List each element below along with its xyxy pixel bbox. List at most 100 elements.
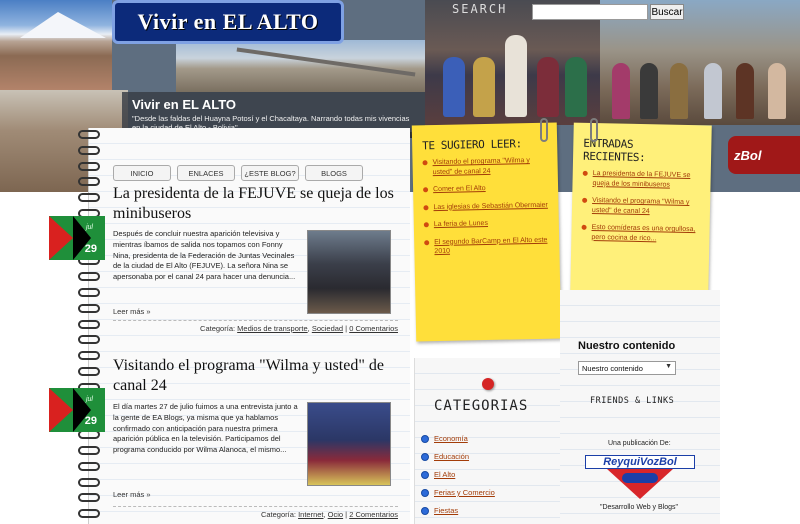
spiral-ring	[78, 446, 100, 455]
crowd-figure	[704, 63, 722, 119]
mountain-photo	[0, 0, 112, 90]
crowd-figure	[670, 63, 688, 119]
recent-item[interactable]: La presidenta de la FEJUVE se queja de l…	[582, 169, 700, 190]
suggest-heading: TE SUGIERO LEER:	[422, 137, 522, 153]
suggest-list: Visitando el programa "Wilma y usted" de…	[412, 155, 559, 257]
paperclip-icon	[590, 118, 598, 142]
suggest-item[interactable]: Visitando el programa "Wilma y usted" de…	[422, 156, 547, 178]
paperclip-icon	[540, 118, 548, 142]
spiral-ring	[78, 177, 100, 187]
suggest-item[interactable]: Las iglesias de Sebastián Obermaier	[423, 200, 548, 212]
recent-sticky-note: ENTRADAS RECIENTES: La presidenta de la …	[570, 122, 712, 296]
nav-enlaces[interactable]: ENLACES	[177, 165, 235, 181]
suggest-item[interactable]: Comer en El Alto	[423, 183, 548, 195]
reyqui-corner-badge[interactable]: zBol	[728, 136, 800, 174]
spiral-ring	[78, 161, 100, 171]
suggest-item[interactable]: El segundo BarCamp en El Alto este 2010	[424, 235, 549, 257]
notebook-rings	[78, 130, 100, 524]
meta-prefix: Categoría:	[200, 324, 236, 333]
categories-heading: CATEGORIAS	[434, 398, 529, 414]
category-item[interactable]: El Alto	[420, 470, 495, 488]
post-title[interactable]: La presidenta de la FEJUVE se queja de l…	[113, 184, 398, 224]
spiral-ring	[78, 461, 100, 471]
post-excerpt: Después de concluir nuestra aparición te…	[113, 229, 296, 282]
dancer-figure	[505, 35, 527, 117]
content-select[interactable]: Nuestro contenido ▼	[578, 361, 676, 375]
spiral-ring	[78, 130, 100, 139]
nav-blogs[interactable]: BLOGS	[305, 165, 363, 181]
search-input[interactable]	[532, 4, 648, 20]
category-link[interactable]: Medios de transporte	[237, 324, 307, 333]
dancer-figure	[473, 57, 495, 117]
spiral-ring	[78, 493, 100, 503]
spiral-ring	[78, 319, 100, 329]
comments-link[interactable]: 0 Comentarios	[349, 324, 398, 333]
category-item[interactable]: Educación	[420, 452, 495, 470]
crowd-figure	[640, 63, 658, 119]
blog-logo-text: Vivir en EL ALTO	[137, 9, 319, 34]
post-meta: Categoría: Internet, Ocio | 2 Comentario…	[113, 506, 398, 519]
spiral-ring	[78, 303, 100, 313]
dancer-figure	[565, 57, 587, 117]
recent-item[interactable]: Visitando el programa "Wilma y usted" de…	[582, 196, 700, 217]
spiral-ring	[78, 145, 100, 155]
spiral-ring	[78, 193, 100, 203]
post-meta: Categoría: Medios de transporte, Socieda…	[113, 320, 398, 333]
nav-inicio[interactable]: INICIO	[113, 165, 171, 181]
category-item[interactable]: Fiestas	[420, 506, 495, 524]
spiral-ring	[78, 288, 100, 297]
dancer-figure	[443, 57, 465, 117]
nav-este-blog[interactable]: ¿ESTE BLOG?	[241, 165, 299, 181]
date-flag: jul 29	[49, 216, 105, 260]
crowd-figure	[612, 63, 630, 119]
blog-logo-banner[interactable]: Vivir en EL ALTO	[112, 0, 344, 44]
post-excerpt: El día martes 27 de julio fuimos a una e…	[113, 402, 298, 455]
post-title[interactable]: Visitando el programa "Wilma y usted" de…	[113, 356, 398, 396]
dancer-figure	[537, 57, 559, 117]
category-item[interactable]: Ferias y Comercio	[420, 488, 495, 506]
subtitle-band: Vivir en EL ALTO "Desde las faldas del H…	[122, 92, 425, 132]
pushpin-icon	[482, 378, 494, 390]
reyqui-logo-text: ReyquiVozBol	[585, 455, 695, 469]
right-margin	[720, 192, 800, 524]
flag-red-triangle	[49, 216, 73, 260]
recent-item[interactable]: Esto comíderas es una orgullosa, pero co…	[581, 223, 699, 244]
post-thumbnail[interactable]	[307, 402, 391, 486]
spiral-ring	[78, 509, 100, 519]
crowd-figure	[736, 63, 754, 119]
desarrollo-caption: "Desarrollo Web y Blogs"	[600, 504, 678, 511]
reyqui-logo[interactable]: ReyquiVozBol	[585, 455, 695, 499]
category-link[interactable]: Internet	[298, 510, 323, 519]
category-link[interactable]: Sociedad	[312, 324, 343, 333]
search-label: SEARCH	[452, 2, 508, 16]
read-more-link[interactable]: Leer más »	[113, 307, 151, 316]
recent-list: La presidenta de la FEJUVE se queja de l…	[571, 169, 710, 245]
content-title: Nuestro contenido	[578, 340, 676, 352]
flag-red-triangle	[49, 388, 73, 432]
spiral-ring	[78, 272, 100, 282]
road-photo	[176, 40, 426, 92]
date-flag: jul 29	[49, 388, 105, 432]
meta-prefix: Categoría:	[260, 510, 296, 519]
page: Vivir en EL ALTO SEARCH Buscar Vivir en …	[0, 0, 800, 524]
spiral-ring	[78, 351, 100, 361]
handshake-icon	[607, 469, 673, 499]
chevron-down-icon: ▼	[665, 363, 672, 370]
search-button[interactable]: Buscar	[650, 4, 684, 20]
suggest-item[interactable]: La feria de Lunes	[424, 218, 549, 230]
read-more-link[interactable]: Leer más »	[113, 490, 151, 499]
spiral-ring	[78, 367, 100, 376]
suggest-sticky-note: TE SUGIERO LEER: Visitando el programa "…	[411, 122, 562, 342]
categories-list: Economía Educación El Alto Ferias y Come…	[420, 434, 495, 524]
category-item[interactable]: Economía	[420, 434, 495, 452]
spiral-ring	[78, 477, 100, 487]
post-thumbnail[interactable]	[307, 230, 391, 314]
category-link[interactable]: Ocio	[328, 510, 343, 519]
spiral-ring	[78, 335, 100, 345]
main-nav: INICIO ENLACES ¿ESTE BLOG? BLOGS	[113, 165, 363, 181]
comments-link[interactable]: 2 Comentarios	[349, 510, 398, 519]
crowd-figure	[768, 63, 786, 119]
friends-links-heading: FRIENDS & LINKS	[590, 396, 675, 406]
content-select-value: Nuestro contenido	[582, 363, 643, 373]
publisher-caption: Una publicación De:	[608, 440, 671, 447]
